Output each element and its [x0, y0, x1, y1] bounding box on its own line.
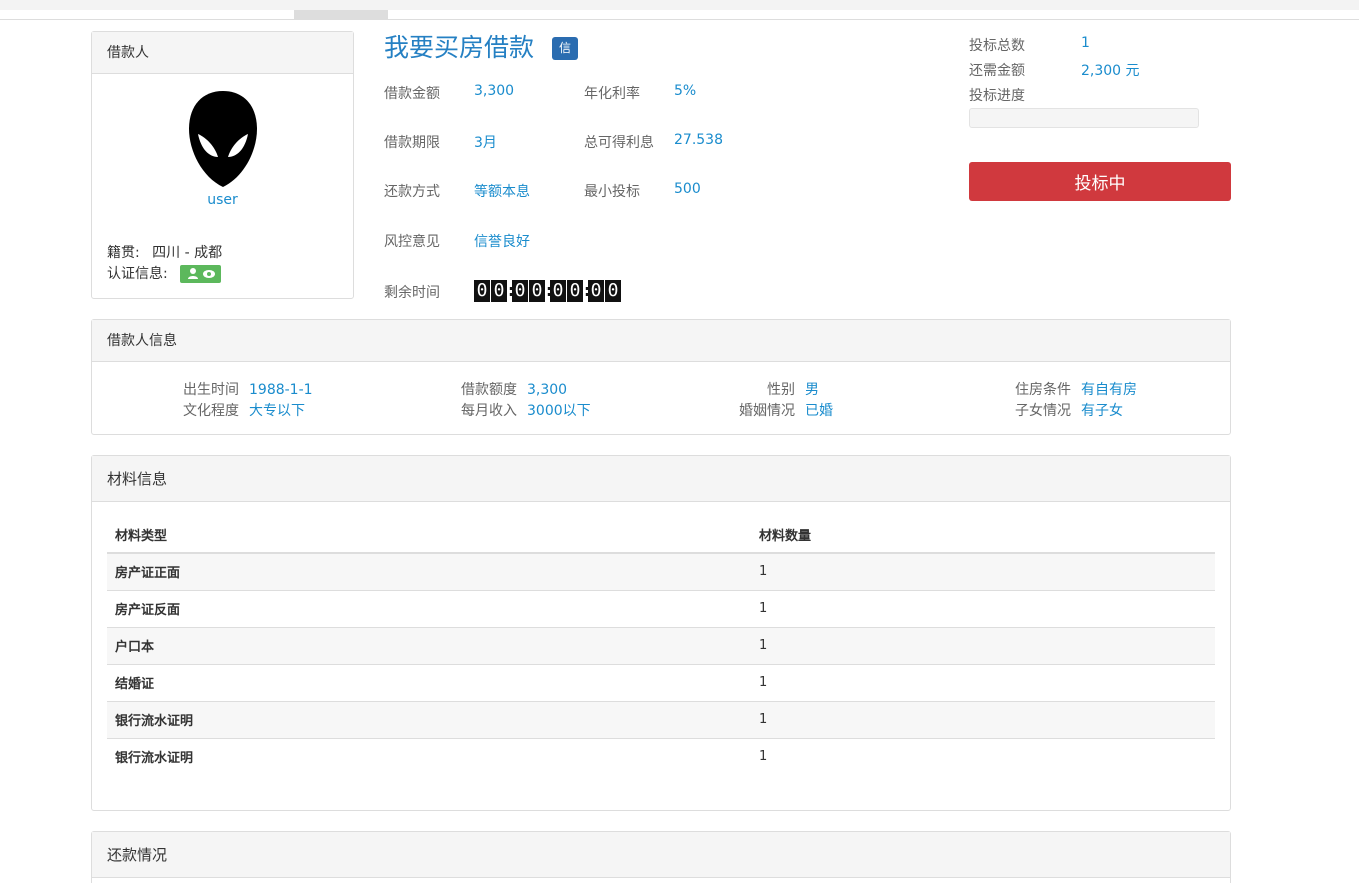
material-name: 结婚证: [107, 663, 751, 701]
table-row: 户口本 1: [107, 626, 1215, 664]
credit-badge: 信: [552, 37, 578, 60]
repay-method-value: 等额本息: [474, 184, 530, 200]
min-bid-label: 最小投标: [584, 184, 640, 200]
amount-label: 借款金额: [384, 86, 440, 102]
min-bid-value: 500: [674, 181, 701, 197]
material-name: 银行流水证明: [107, 737, 751, 775]
table-row: 银行流水证明 1: [107, 737, 1215, 775]
borrower-username[interactable]: user: [92, 192, 353, 208]
term-value: 3月: [474, 135, 497, 151]
table-row: 结婚证 1: [107, 663, 1215, 701]
material-count: 1: [751, 552, 1215, 590]
borrower-info-panel: 借款人信息 出生时间 1988-1-1 文化程度 大专以下 借款额度 3,300 每月…: [91, 319, 1231, 435]
cert-label: 认证信息:: [107, 266, 168, 282]
col-type-header: 材料类型: [107, 516, 751, 554]
bid-progress-bar: [969, 108, 1199, 128]
info-quota-label: 借款额度: [461, 382, 517, 398]
user-icon: [188, 268, 216, 279]
spiderman-avatar-icon: [189, 91, 257, 187]
info-quota: 借款额度 3,300: [461, 379, 567, 399]
bid-button[interactable]: 投标中: [969, 162, 1231, 201]
top-scroll-bar: [0, 0, 1359, 20]
info-income: 每月收入 3000以下: [461, 400, 591, 420]
origin-line: 籍贯: 四川 - 成都: [107, 242, 222, 262]
bids-total-value: 1: [1081, 35, 1090, 51]
info-birth: 出生时间 1988-1-1: [183, 379, 313, 399]
interest-label: 总可得利息: [584, 135, 654, 151]
timer-digit: 0: [529, 280, 545, 302]
table-row: 房产证正面 1: [107, 552, 1215, 590]
material-count: 1: [751, 589, 1215, 627]
borrower-panel: 借款人 user 籍贯: 四川 - 成都 认证信息:: [91, 31, 354, 299]
bids-total-label: 投标总数: [969, 38, 1025, 54]
table-row: 银行流水证明 1: [107, 700, 1215, 738]
info-housing-value: 有自有房: [1081, 382, 1137, 398]
table-row: 房产证反面 1: [107, 589, 1215, 627]
info-children: 子女情况 有子女: [1015, 400, 1123, 420]
info-marriage: 婚姻情况 已婚: [739, 400, 833, 420]
info-edu-value: 大专以下: [249, 403, 305, 419]
material-count: 1: [751, 737, 1215, 775]
timer-digit: 0: [567, 280, 583, 302]
amount-value: 3,300: [474, 83, 515, 99]
col-count-header: 材料数量: [751, 516, 1215, 554]
material-count: 1: [751, 700, 1215, 738]
term-label: 借款期限: [384, 135, 440, 151]
info-quota-value: 3,300: [527, 382, 568, 398]
info-children-value: 有子女: [1081, 403, 1123, 419]
material-count: 1: [751, 663, 1215, 701]
info-children-label: 子女情况: [1015, 403, 1071, 419]
cert-line: 认证信息:: [107, 263, 222, 283]
timer-digit: 0: [474, 280, 490, 302]
risk-value: 信誉良好: [474, 234, 530, 250]
info-gender: 性别男: [739, 379, 819, 399]
countdown-timer: 00:00:00:00: [474, 280, 622, 302]
materials-table: 材料类型 材料数量 房产证正面 1 房产证反面 1 户口本 1 结婚证 1 银行流水证明…: [107, 516, 1215, 775]
info-birth-label: 出生时间: [183, 382, 239, 398]
borrower-info-heading: 借款人信息: [92, 320, 1230, 362]
materials-heading: 材料信息: [92, 456, 1230, 502]
origin-value: 四川 - 成都: [152, 245, 223, 261]
progress-label: 投标进度: [969, 88, 1025, 104]
info-marriage-value: 已婚: [805, 403, 833, 419]
info-marriage-label: 婚姻情况: [739, 403, 795, 419]
material-name: 银行流水证明: [107, 700, 751, 738]
rate-label: 年化利率: [584, 86, 640, 102]
info-housing-label: 住房条件: [1015, 382, 1071, 398]
timer-digit: 0: [605, 280, 621, 302]
info-gender-value: 男: [805, 382, 819, 398]
origin-label: 籍贯:: [107, 245, 140, 261]
need-amount-label: 还需金额: [969, 63, 1025, 79]
rate-value: 5%: [674, 83, 697, 99]
material-name: 房产证正面: [107, 552, 751, 590]
material-name: 房产证反面: [107, 589, 751, 627]
info-gender-label: 性别: [767, 382, 795, 398]
materials-header-row: 材料类型 材料数量: [107, 516, 1215, 554]
top-scroll-thumb[interactable]: [294, 10, 388, 19]
timer-digit: 0: [491, 280, 507, 302]
info-edu-label: 文化程度: [183, 403, 239, 419]
timer-digit: 0: [512, 280, 528, 302]
info-housing: 住房条件 有自有房: [1015, 379, 1137, 399]
interest-value: 27.538: [674, 132, 723, 148]
risk-label: 风控意见: [384, 234, 440, 250]
info-edu: 文化程度 大专以下: [183, 400, 305, 420]
timer-digit: 0: [588, 280, 604, 302]
borrower-panel-heading: 借款人: [92, 32, 353, 74]
info-income-label: 每月收入: [461, 403, 517, 419]
repayment-panel: 还款情况: [91, 831, 1231, 883]
material-count: 1: [751, 626, 1215, 664]
timer-digit: 0: [550, 280, 566, 302]
loan-title: 我要买房借款: [384, 33, 535, 62]
remain-time-label: 剩余时间: [384, 285, 440, 301]
material-name: 户口本: [107, 626, 751, 664]
need-amount-value: 2,300 元: [1081, 63, 1140, 79]
materials-panel: 材料信息 材料类型 材料数量 房产证正面 1 房产证反面 1 户口本 1 结婚证 1 银…: [91, 455, 1231, 811]
cert-badge[interactable]: [180, 265, 222, 283]
repay-method-label: 还款方式: [384, 184, 440, 200]
info-income-value: 3000以下: [527, 403, 591, 419]
repayment-heading: 还款情况: [92, 832, 1230, 878]
info-birth-value: 1988-1-1: [249, 382, 313, 398]
